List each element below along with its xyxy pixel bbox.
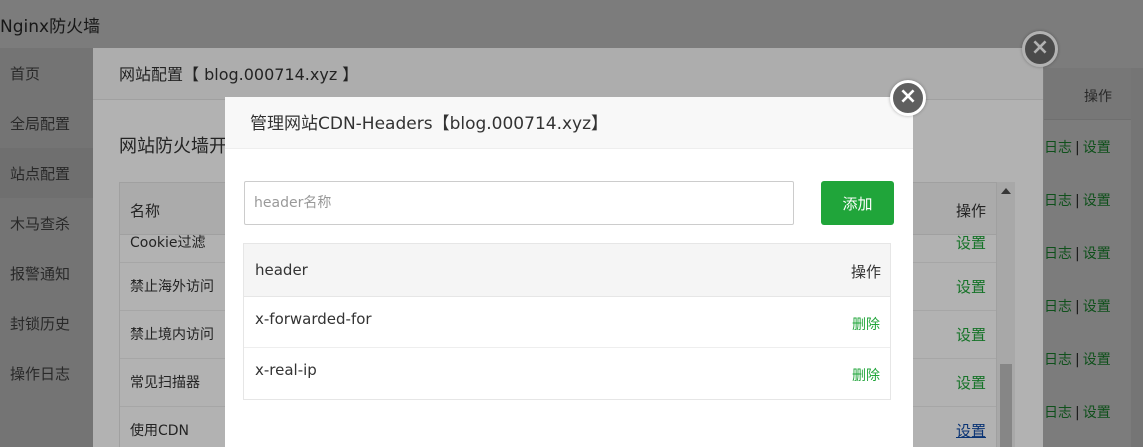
table-row: x-real-ip 删除 [244,348,890,399]
header-name-input[interactable] [244,181,794,225]
column-action-header: 操作 [850,263,881,281]
header-value: x-forwarded-for [255,310,372,328]
close-icon[interactable]: × [890,80,926,116]
cdn-headers-dialog: 管理网站CDN-Headers【blog.000714.xyz】 添加 head… [225,97,913,447]
column-header-header: header [255,261,308,279]
cdn-headers-table: header 操作 x-forwarded-for 删除 x-real-ip 删… [243,243,891,400]
table-header: header 操作 [244,244,890,297]
cdn-headers-dialog-title: 管理网站CDN-Headers【blog.000714.xyz】 [225,97,913,149]
delete-link[interactable]: 删除 [852,365,880,385]
delete-link[interactable]: 删除 [852,314,880,334]
table-row: x-forwarded-for 删除 [244,297,890,348]
add-button[interactable]: 添加 [821,181,894,225]
header-value: x-real-ip [255,361,317,379]
